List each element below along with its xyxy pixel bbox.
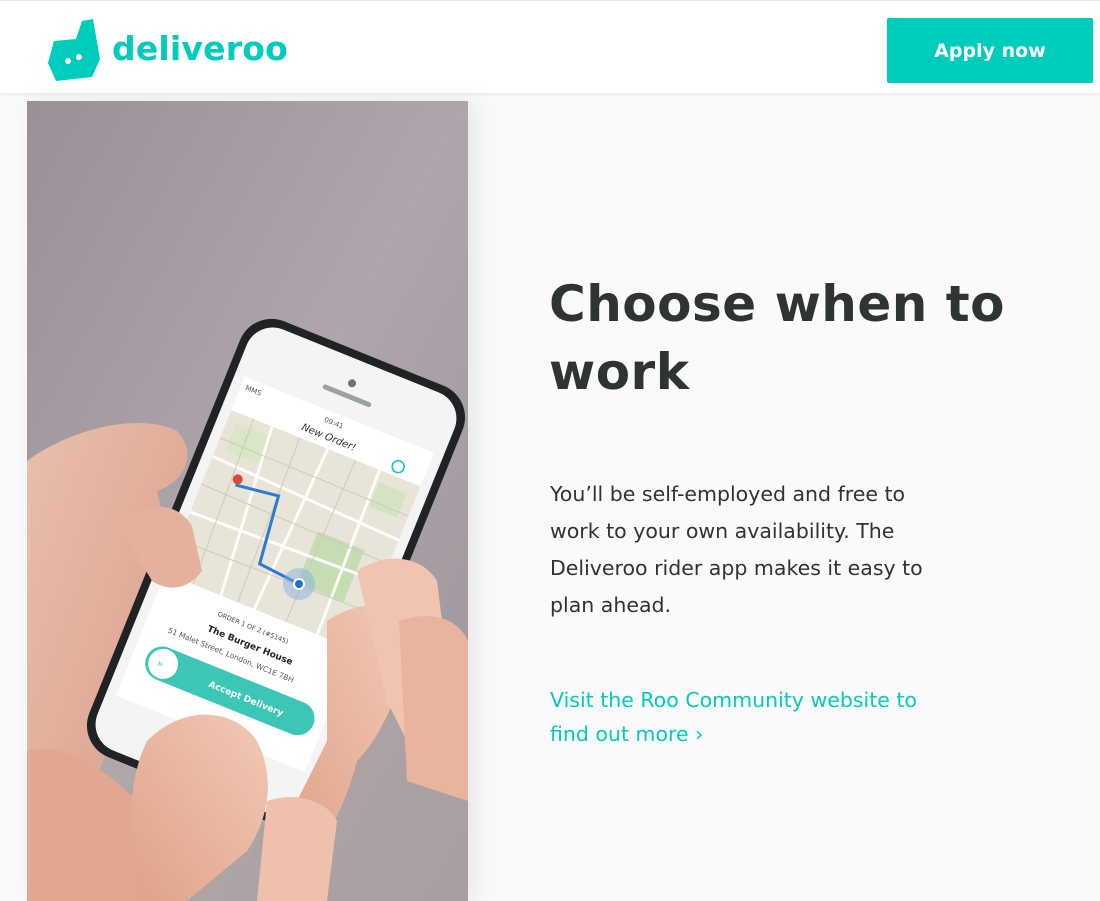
roo-community-link[interactable]: Visit the Roo Community website to find …	[550, 683, 970, 751]
title-line-1: Choose when to	[549, 275, 1006, 333]
kangaroo-logo-icon	[48, 19, 100, 81]
link-line-1: Visit the Roo Community website to	[550, 688, 917, 712]
apply-now-button[interactable]: Apply now	[887, 18, 1093, 83]
title-line-2: work	[549, 343, 690, 401]
brand-name: deliveroo	[112, 28, 288, 68]
description-line-2: work to your own availability. The	[550, 519, 895, 543]
description-line-1: You’ll be self-employed and free to	[550, 482, 906, 506]
deliveroo-logo[interactable]: deliveroo	[46, 19, 288, 81]
section-description: You’ll be self-employed and free to work…	[550, 476, 970, 624]
description-line-3: Deliveroo rider app makes it easy to	[550, 556, 923, 580]
section-title: Choose when to work	[549, 270, 1069, 406]
description-line-4: plan ahead.	[550, 593, 672, 617]
link-line-2: find out more ›	[550, 722, 704, 746]
hero-photo: MMS 09:41 New Order! ORDER 1 OF 2 (#5145…	[27, 101, 468, 901]
site-header: deliveroo Apply now	[0, 0, 1100, 93]
rider-app-phone-photo: MMS 09:41 New Order! ORDER 1 OF 2 (#5145…	[27, 101, 468, 901]
